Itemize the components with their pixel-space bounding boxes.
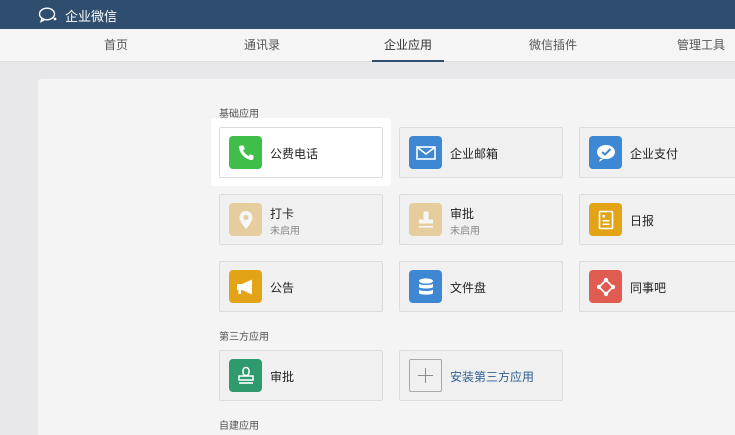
app-name: 公告 [270,281,295,295]
section-title-custom: 自建应用 [219,421,259,432]
app-card-public-phone[interactable]: 公费电话 [219,127,383,178]
app-title: 企业微信 [65,8,118,24]
tab-wechat-plugin[interactable]: 微信插件 [519,29,587,62]
network-icon [589,270,622,303]
app-card-colleague-forum[interactable]: 同事吧 [579,261,735,312]
app-name: 公费电话 [270,147,319,161]
install-third-party-app-button[interactable]: 安装第三方应用 [399,350,563,401]
app-status: 未启用 [450,226,480,237]
app-status: 未启用 [270,226,300,237]
plus-icon [409,359,442,392]
app-name: 同事吧 [630,281,667,295]
app-card-enterprise-payment[interactable]: 企业支付 [579,127,735,178]
app-card-check-in[interactable]: 打卡 未启用 [219,194,383,245]
install-label: 安装第三方应用 [450,370,535,384]
app-name: 日报 [630,214,655,228]
mail-icon [409,136,442,169]
stamp-icon [409,203,442,236]
payment-icon [589,136,622,169]
app-card-daily-report[interactable]: 日报 [579,194,735,245]
title-bar: 企业微信 [0,0,735,29]
phone-icon [229,136,262,169]
app-card-approval[interactable]: 审批 未启用 [399,194,563,245]
app-name: 文件盘 [450,281,487,295]
location-pin-icon [229,203,262,236]
stamp-icon [229,359,262,392]
app-name: 企业支付 [630,147,679,161]
tab-contacts[interactable]: 通讯录 [230,29,294,62]
app-card-enterprise-mail[interactable]: 企业邮箱 [399,127,563,178]
report-icon [589,203,622,236]
tab-home[interactable]: 首页 [86,29,146,62]
app-card-file-drive[interactable]: 文件盘 [399,261,563,312]
app-name: 企业邮箱 [450,147,499,161]
megaphone-icon [229,270,262,303]
app-card-third-party-approval[interactable]: 审批 [219,350,383,401]
main-nav: 首页 通讯录 企业应用 微信插件 管理工具 [0,29,735,62]
wecom-logo-icon [38,7,57,23]
app-name: 审批 [270,370,295,384]
section-title-third-party: 第三方应用 [219,332,269,343]
tab-enterprise-apps[interactable]: 企业应用 [372,29,444,62]
app-name: 审批 [450,207,475,221]
tab-admin-tools[interactable]: 管理工具 [668,29,734,62]
app-name: 打卡 [270,207,295,221]
app-card-announcement[interactable]: 公告 [219,261,383,312]
database-icon [409,270,442,303]
app-logo[interactable]: 企业微信 [38,7,118,24]
